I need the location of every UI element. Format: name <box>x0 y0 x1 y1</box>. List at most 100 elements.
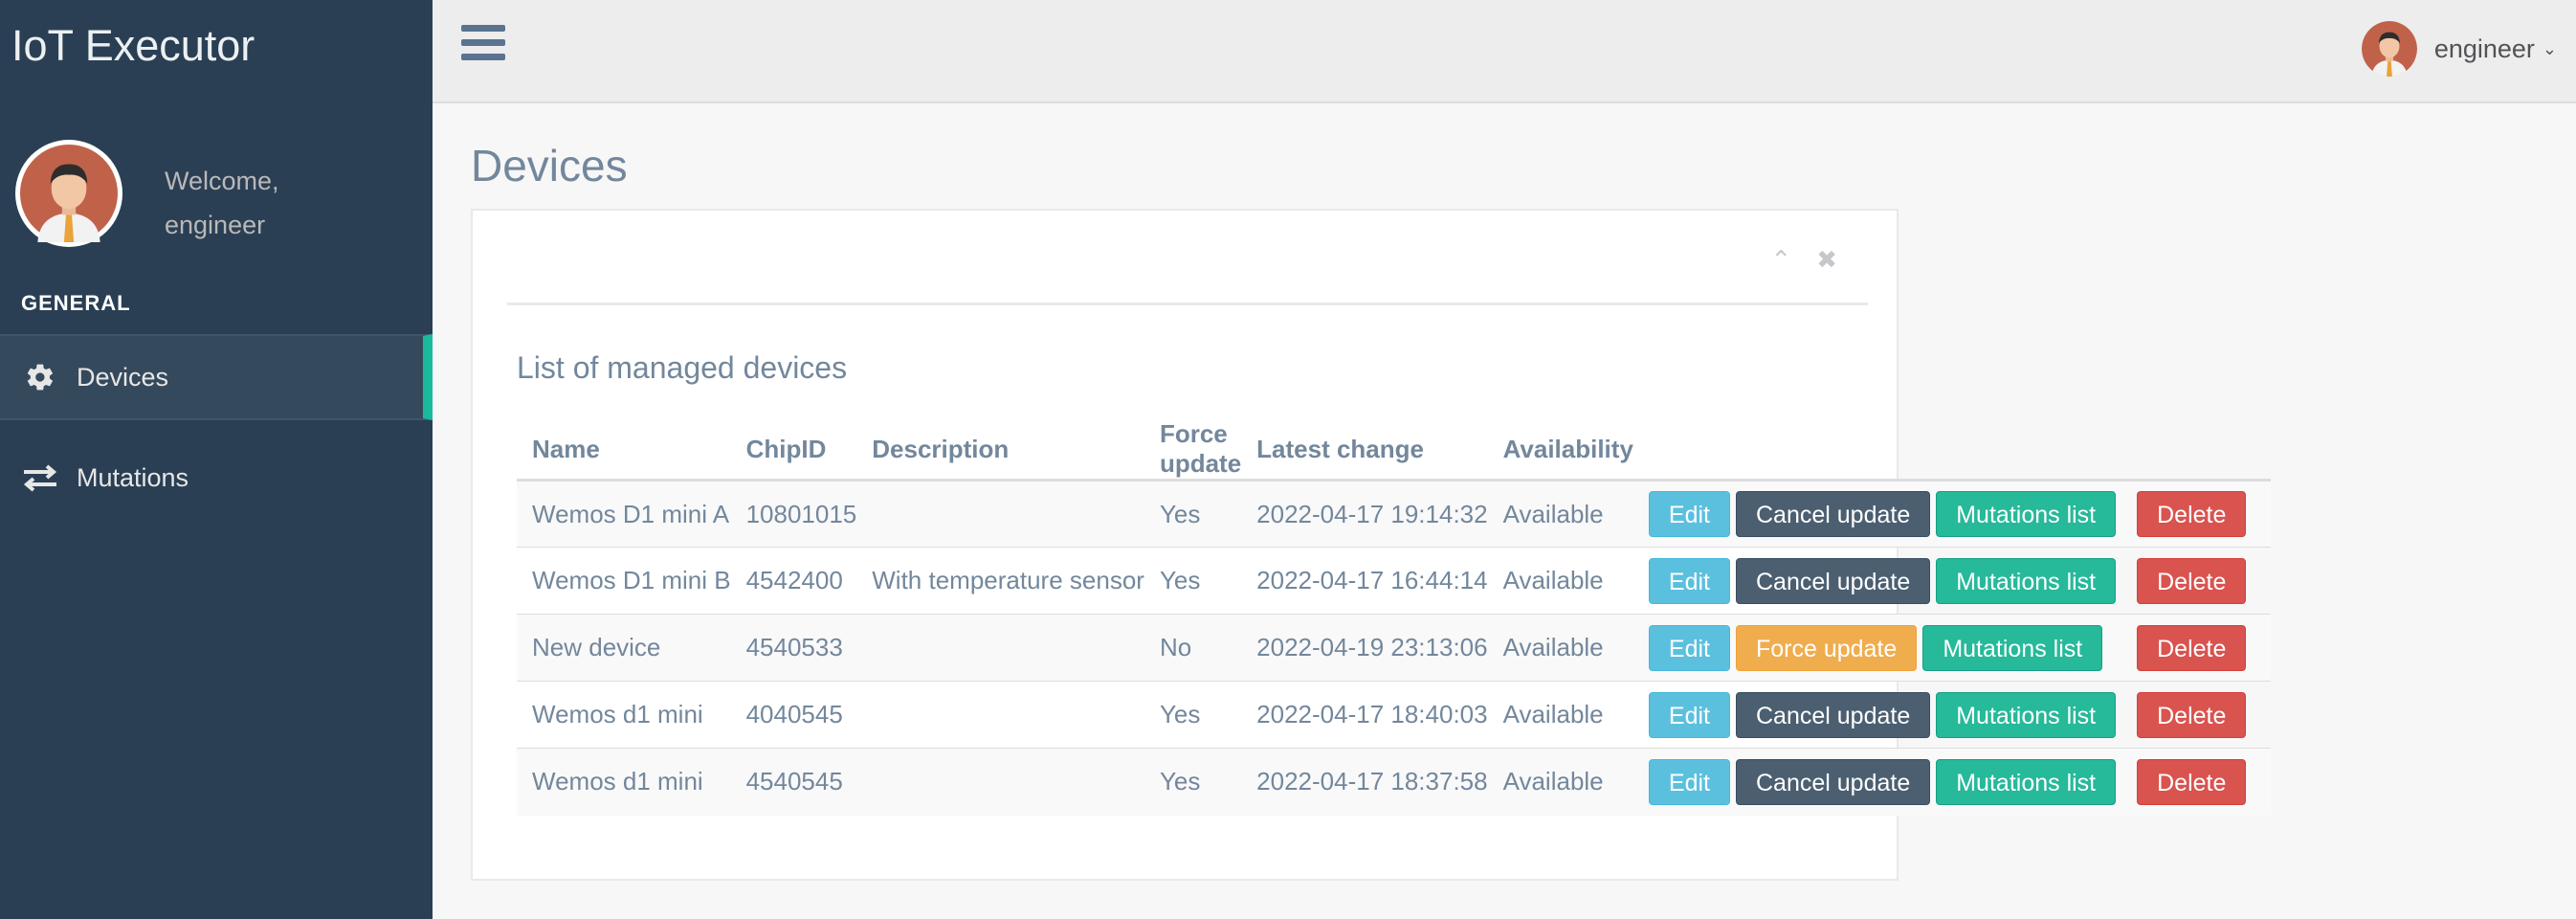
user-avatar <box>2361 21 2417 77</box>
column-header-delete <box>2121 419 2272 482</box>
close-icon[interactable]: ✖ <box>1816 245 1837 275</box>
panel-tools: ⌃ ✖ <box>1770 245 1837 275</box>
device-latest-change: 2022-04-17 19:14:32 <box>1241 480 1488 548</box>
device-availability: Available <box>1487 748 1633 816</box>
device-force-update: No <box>1144 614 1242 682</box>
user-menu[interactable]: engineer ⌄ <box>2361 21 2557 77</box>
device-description <box>856 681 1144 749</box>
sidebar: IoT Executor Welcome, engineer GENERAL D… <box>0 0 433 919</box>
devices-table: Name ChipID Description Force update Lat… <box>517 419 2272 816</box>
edit-button[interactable]: Edit <box>1648 691 1730 738</box>
column-header: Availability <box>1487 419 1633 482</box>
row-actions: Edit Cancel update Mutations list <box>1632 480 2122 548</box>
delete-button[interactable]: Delete <box>2137 691 2247 738</box>
welcome-text: Welcome, engineer <box>165 159 279 247</box>
gear-icon <box>17 362 63 392</box>
device-availability: Available <box>1487 614 1633 682</box>
cancel-update-button[interactable]: Cancel update <box>1736 758 1931 805</box>
device-latest-change: 2022-04-17 18:37:58 <box>1241 748 1488 816</box>
edit-button[interactable]: Edit <box>1648 557 1730 604</box>
device-name: New device <box>517 614 731 682</box>
column-header-actions <box>1632 419 2122 482</box>
row-actions: Edit Cancel update Mutations list <box>1632 547 2122 615</box>
column-header: Name <box>517 419 731 482</box>
device-force-update: Yes <box>1144 748 1242 816</box>
panel-title: List of managed devices <box>517 350 848 385</box>
table-row: Wemos D1 mini B 4542400 With temperature s… <box>517 547 2272 615</box>
collapse-icon[interactable]: ⌃ <box>1770 245 1791 275</box>
column-header: Force update <box>1144 419 1241 482</box>
force-update-button[interactable]: Force update <box>1736 624 1918 671</box>
device-availability: Available <box>1487 480 1633 548</box>
device-chipid: 4040545 <box>730 681 857 749</box>
sidebar-item-label: Devices <box>77 362 169 392</box>
cancel-update-button[interactable]: Cancel update <box>1736 491 1931 537</box>
chevron-down-icon: ⌄ <box>2542 38 2557 58</box>
row-delete: Delete <box>2121 614 2272 682</box>
device-latest-change: 2022-04-17 16:44:14 <box>1241 547 1488 615</box>
divider <box>507 303 1868 305</box>
section-title: GENERAL <box>21 291 131 315</box>
device-name: Wemos D1 mini A <box>517 480 731 548</box>
exchange-icon <box>17 463 63 492</box>
menu-toggle-icon[interactable] <box>461 25 505 69</box>
device-chipid: 10801015 <box>730 480 857 548</box>
column-header: Description <box>856 419 1144 482</box>
column-header: Latest change <box>1241 419 1488 482</box>
cancel-update-button[interactable]: Cancel update <box>1736 557 1931 604</box>
mutations-list-button[interactable]: Mutations list <box>1936 557 2117 604</box>
delete-button[interactable]: Delete <box>2137 557 2247 604</box>
row-delete: Delete <box>2121 547 2272 615</box>
device-chipid: 4540533 <box>730 614 857 682</box>
avatar <box>15 140 122 247</box>
row-actions: Edit Cancel update Mutations list <box>1632 748 2122 816</box>
device-force-update: Yes <box>1144 480 1242 548</box>
table-header-row: Name ChipID Description Force update Lat… <box>517 419 2272 482</box>
mutations-list-button[interactable]: Mutations list <box>1936 758 2117 805</box>
device-force-update: Yes <box>1144 547 1242 615</box>
edit-button[interactable]: Edit <box>1648 758 1730 805</box>
delete-button[interactable]: Delete <box>2137 491 2247 537</box>
device-force-update: Yes <box>1144 681 1242 749</box>
row-actions: Edit Force update Mutations list <box>1632 614 2122 682</box>
device-description: With temperature sensor <box>856 547 1144 615</box>
welcome-label: Welcome, <box>165 167 279 195</box>
sidebar-item-devices[interactable]: Devices <box>0 334 433 420</box>
top-nav: engineer ⌄ <box>433 0 2576 103</box>
device-latest-change: 2022-04-19 23:13:06 <box>1241 614 1488 682</box>
device-availability: Available <box>1487 681 1633 749</box>
row-delete: Delete <box>2121 480 2272 548</box>
table-row: Wemos d1 mini 4540545 Yes 2022-04-17 18:37:… <box>517 748 2272 816</box>
sidebar-item-label: Mutations <box>77 462 189 492</box>
mutations-list-button[interactable]: Mutations list <box>1922 624 2103 671</box>
welcome-username: engineer <box>165 211 266 239</box>
device-chipid: 4542400 <box>730 547 857 615</box>
device-name: Wemos D1 mini B <box>517 547 731 615</box>
device-description <box>856 748 1144 816</box>
device-name: Wemos d1 mini <box>517 748 731 816</box>
page-title: Devices <box>471 141 628 191</box>
table-row: Wemos D1 mini A 10801015 Yes 2022-04-17 19:… <box>517 480 2272 548</box>
app-title[interactable]: IoT Executor <box>11 21 255 71</box>
sidebar-item-mutations[interactable]: Mutations <box>0 435 433 521</box>
edit-button[interactable]: Edit <box>1648 491 1730 537</box>
cancel-update-button[interactable]: Cancel update <box>1736 691 1931 738</box>
table-row: Wemos d1 mini 4040545 Yes 2022-04-17 18:40:… <box>517 681 2272 749</box>
row-delete: Delete <box>2121 681 2272 749</box>
device-description <box>856 614 1144 682</box>
column-header: ChipID <box>730 419 857 482</box>
user-name: engineer <box>2433 34 2535 63</box>
delete-button[interactable]: Delete <box>2137 758 2247 805</box>
mutations-list-button[interactable]: Mutations list <box>1936 491 2117 537</box>
device-description <box>856 480 1144 548</box>
device-name: Wemos d1 mini <box>517 681 731 749</box>
row-actions: Edit Cancel update Mutations list <box>1632 681 2122 749</box>
device-availability: Available <box>1487 547 1633 615</box>
mutations-list-button[interactable]: Mutations list <box>1936 691 2117 738</box>
edit-button[interactable]: Edit <box>1648 624 1730 671</box>
device-chipid: 4540545 <box>730 748 857 816</box>
device-latest-change: 2022-04-17 18:40:03 <box>1241 681 1488 749</box>
devices-panel: ⌃ ✖ List of managed devices Name ChipID … <box>471 209 2272 881</box>
delete-button[interactable]: Delete <box>2137 624 2247 671</box>
row-delete: Delete <box>2121 748 2272 816</box>
